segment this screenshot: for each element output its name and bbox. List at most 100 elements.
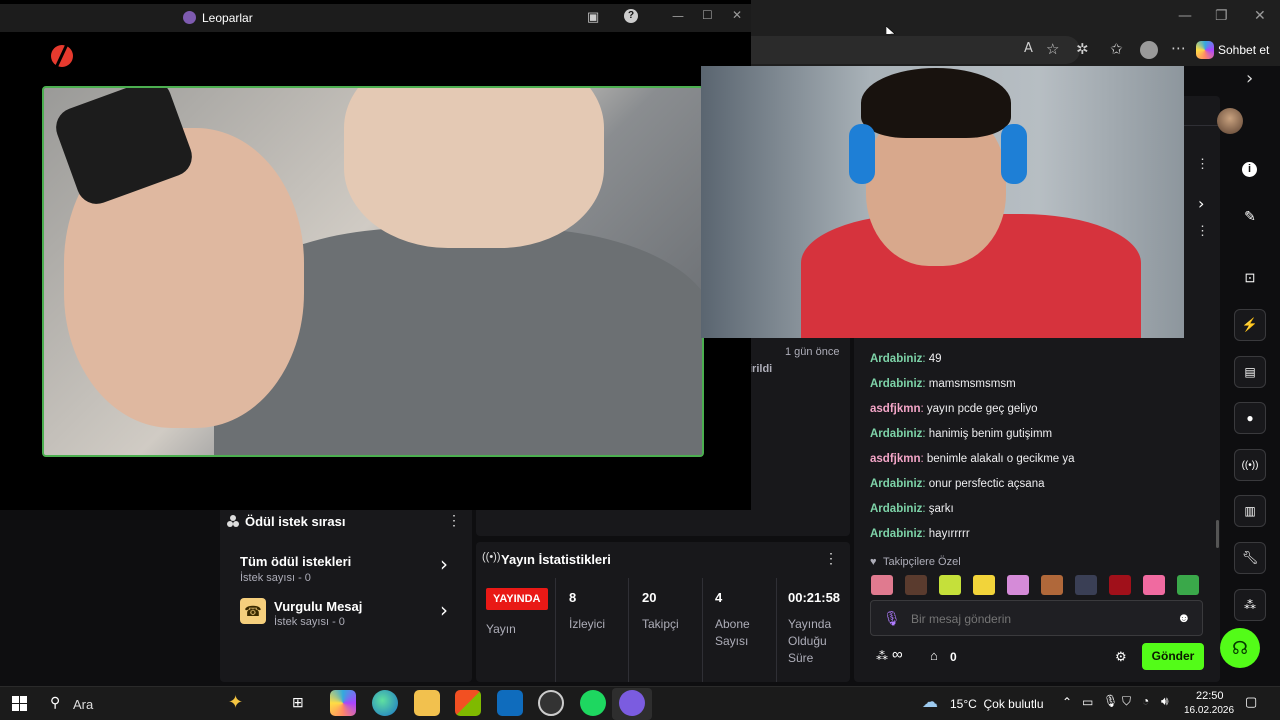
spotify-icon[interactable]: [580, 690, 606, 716]
video-window-titlebar[interactable]: Leoparlar ▣ ? — ☐ ✕: [0, 4, 751, 32]
chat-scrollbar[interactable]: [1216, 520, 1219, 548]
video-close-button[interactable]: ✕: [732, 8, 742, 22]
profile-avatar[interactable]: [1140, 41, 1158, 59]
edit-button[interactable]: ✎: [1234, 200, 1266, 232]
weather-text[interactable]: 15°C Çok bulutlu: [950, 697, 1044, 711]
reward-item-subtitle: İstek sayısı - 0: [240, 572, 311, 584]
help-icon[interactable]: ?: [624, 9, 638, 23]
outlook-icon[interactable]: [497, 690, 523, 716]
reward-item-highlight[interactable]: ☎ Vurgulu Mesaj İstek sayısı - 0 ›: [220, 588, 472, 628]
header-avatar[interactable]: [1217, 108, 1243, 134]
emote[interactable]: [871, 575, 893, 595]
activity-snippet: irildi: [749, 363, 773, 375]
emote[interactable]: [1075, 575, 1097, 595]
chat-username[interactable]: asdfjkmn: [870, 453, 921, 465]
chat-username[interactable]: Ardabiniz: [870, 528, 922, 540]
emote[interactable]: [905, 575, 927, 595]
file-explorer-icon[interactable]: [414, 690, 440, 716]
emote[interactable]: [939, 575, 961, 595]
reward-item-all[interactable]: Tüm ödül istekleri İstek sayısı - 0 ›: [220, 542, 472, 584]
streaming-app-icon[interactable]: [538, 690, 564, 716]
taskbar-search-label[interactable]: Ara: [73, 697, 93, 712]
picture-in-picture-icon[interactable]: ▣: [587, 9, 599, 25]
gift-icon[interactable]: ⌂: [930, 648, 938, 663]
extensions-icon[interactable]: ✲: [1076, 40, 1089, 58]
chat-text: hanimiş benim gutişimm: [928, 428, 1053, 440]
browser-minimize-button[interactable]: —: [1178, 8, 1192, 24]
reward-item-title: Vurgulu Mesaj: [274, 599, 363, 614]
chevron-right-icon[interactable]: ›: [1198, 194, 1204, 213]
chat-button[interactable]: ●: [1234, 402, 1266, 434]
copilot-app-icon[interactable]: [330, 690, 356, 716]
volume-icon[interactable]: 🔊︎: [1161, 694, 1169, 709]
favorites-icon[interactable]: ✩: [1110, 40, 1123, 58]
chat-username[interactable]: Ardabiniz: [870, 353, 922, 365]
emote[interactable]: [1041, 575, 1063, 595]
notes-button[interactable]: ▤: [1234, 356, 1266, 388]
read-aloud-icon[interactable]: A: [1024, 41, 1033, 56]
support-button[interactable]: ☊: [1220, 628, 1260, 668]
webcam-overlay[interactable]: [701, 66, 1184, 338]
emote[interactable]: [1007, 575, 1029, 595]
chat-input-box[interactable]: 🎙︎ ☻: [870, 600, 1203, 636]
clock-time[interactable]: 22:50: [1196, 690, 1224, 702]
chevron-right-icon[interactable]: ›: [1246, 68, 1253, 89]
kick-logo-slash: [54, 43, 69, 69]
main-video-feed[interactable]: [42, 86, 704, 457]
gift-count: 0: [950, 650, 957, 664]
rewards-button[interactable]: ⁂: [1234, 589, 1266, 621]
chat-message: Ardabiniz: hayırrrrr: [870, 528, 970, 540]
stat-divider: [702, 578, 703, 682]
start-button[interactable]: [12, 696, 27, 711]
chat-message: asdfjkmn: benimle alakalı o gecikme ya: [870, 453, 1075, 465]
wifi-icon[interactable]: ◔: [1142, 694, 1149, 708]
task-view-icon[interactable]: ⊞: [292, 694, 304, 711]
chat-settings-icon[interactable]: ⚙: [1115, 649, 1127, 665]
emote[interactable]: [1109, 575, 1131, 595]
quick-action-button[interactable]: ⚡: [1234, 309, 1266, 341]
battery-icon[interactable]: ▭: [1082, 695, 1093, 709]
clock-date[interactable]: 16.02.2026: [1184, 705, 1234, 716]
chat-username[interactable]: Ardabiniz: [870, 478, 922, 490]
taskbar-search-icon[interactable]: ⚲: [50, 694, 60, 711]
video-minimize-button[interactable]: —: [672, 9, 684, 23]
browser-restore-button[interactable]: ❐: [1215, 8, 1228, 24]
microphone-icon[interactable]: 🎙︎: [883, 610, 901, 627]
notification-icon[interactable]: ▢: [1245, 694, 1257, 710]
chat-username[interactable]: asdfjkmn: [870, 403, 921, 415]
copilot-sparkle-icon[interactable]: ✦: [228, 692, 243, 713]
chat-username[interactable]: Ardabiniz: [870, 378, 922, 390]
layout-button[interactable]: ▥: [1234, 495, 1266, 527]
emote[interactable]: [1177, 575, 1199, 595]
weather-icon[interactable]: ☁: [922, 692, 938, 712]
more-options-icon[interactable]: ⋯: [1171, 39, 1186, 57]
copilot-chat-button[interactable]: Sohbet et: [1196, 38, 1276, 62]
emote[interactable]: [973, 575, 995, 595]
stream-stats-menu-icon[interactable]: ⋮: [824, 550, 838, 567]
clip-button[interactable]: ⊡: [1234, 262, 1266, 294]
send-button[interactable]: Gönder: [1142, 643, 1204, 670]
info-icon[interactable]: i: [1242, 162, 1257, 177]
emote[interactable]: [1143, 575, 1165, 595]
edge-browser-icon[interactable]: [372, 690, 398, 716]
tools-button[interactable]: 🔧︎: [1234, 542, 1266, 574]
emoji-icon[interactable]: ☻: [1177, 610, 1191, 625]
chat-message: Ardabiniz: onur persfectic açsana: [870, 478, 1044, 490]
chat-menu-icon[interactable]: ⋮: [1196, 223, 1209, 239]
browser-close-button[interactable]: ✕: [1254, 8, 1266, 24]
broadcast-button[interactable]: ((•)): [1234, 449, 1266, 481]
chat-username[interactable]: Ardabiniz: [870, 428, 922, 440]
favorite-star-icon[interactable]: ☆: [1046, 40, 1059, 58]
system-tray-chevron-icon[interactable]: ⌃: [1062, 695, 1072, 709]
security-icon[interactable]: ⛉: [1122, 694, 1131, 709]
reward-queue-menu-icon[interactable]: ⋮: [447, 512, 461, 529]
chat-message-input[interactable]: [911, 609, 1161, 629]
channel-points-icon[interactable]: ⁂: [876, 649, 888, 663]
viewer-count: 8: [569, 590, 577, 605]
discord-icon[interactable]: [619, 690, 645, 716]
video-maximize-button[interactable]: ☐: [702, 8, 713, 22]
chat-menu-icon[interactable]: ⋮: [1196, 156, 1209, 172]
microsoft-store-icon[interactable]: [455, 690, 481, 716]
chat-username[interactable]: Ardabiniz: [870, 503, 922, 515]
microphone-icon[interactable]: 🎙︎: [1103, 694, 1118, 708]
